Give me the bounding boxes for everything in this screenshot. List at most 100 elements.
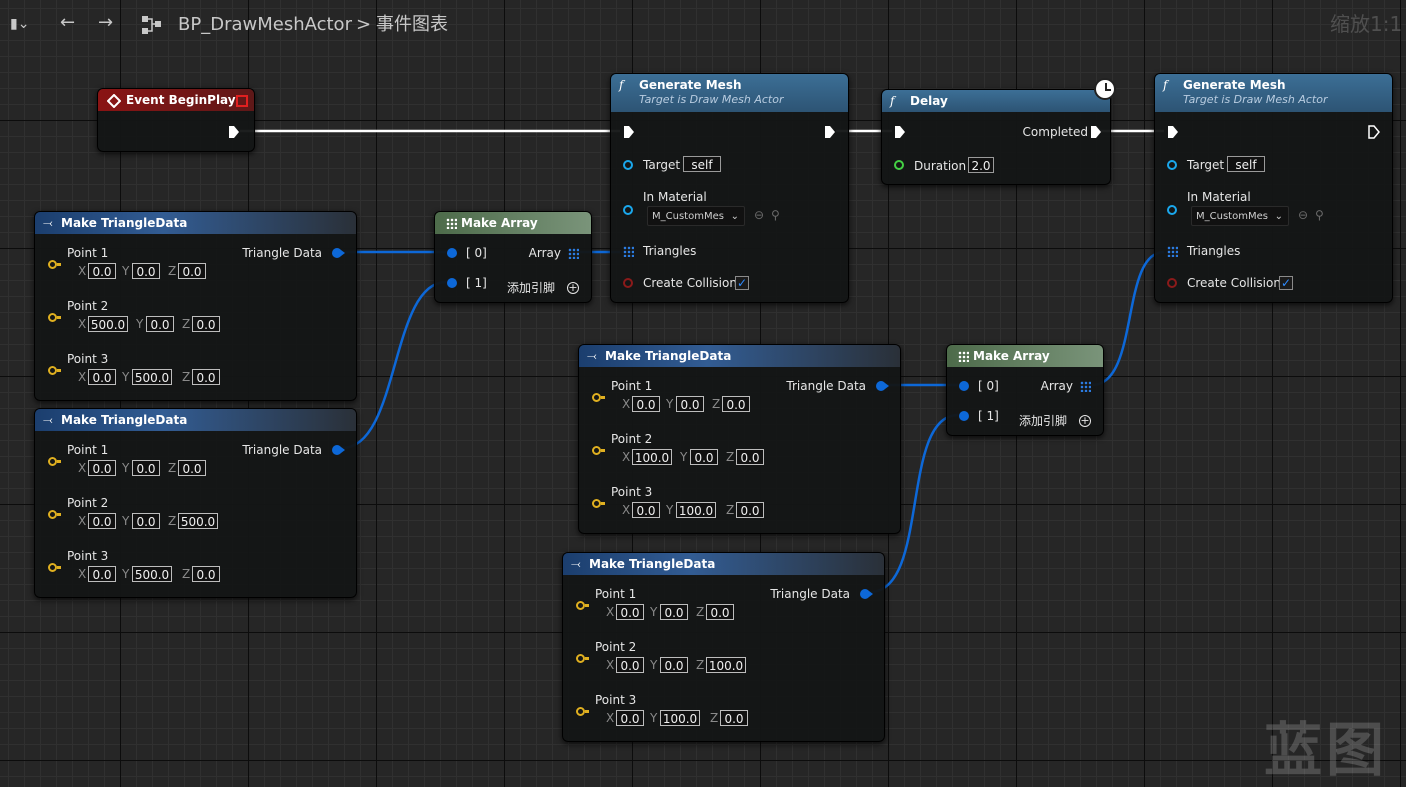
- array-input-1-pin[interactable]: [447, 278, 457, 288]
- point3-x-field[interactable]: 0.0: [88, 566, 116, 582]
- array-input-0-pin[interactable]: [447, 248, 457, 258]
- use-selected-arrow-icon[interactable]: ⊖: [754, 209, 764, 221]
- completed-exec-out-pin[interactable]: [1090, 125, 1102, 139]
- point3-pin[interactable]: [592, 499, 605, 508]
- material-dropdown[interactable]: M_CustomMes ⌄: [647, 206, 745, 226]
- triangle-data-output-pin[interactable]: [332, 445, 345, 455]
- make-array-node-2[interactable]: Make Array [ 0] Array [ 1] 添加引脚 +: [946, 344, 1104, 436]
- target-pin[interactable]: [623, 160, 633, 170]
- point3-z-field[interactable]: 0.0: [192, 369, 220, 385]
- point3-x-field[interactable]: 0.0: [632, 502, 660, 518]
- point3-pin[interactable]: [48, 563, 61, 572]
- array-output-pin[interactable]: [568, 248, 579, 259]
- point2-y-field[interactable]: 0.0: [690, 449, 718, 465]
- point2-x-field[interactable]: 0.0: [616, 657, 644, 673]
- point3-z-field[interactable]: 0.0: [720, 710, 748, 726]
- triangles-pin[interactable]: [623, 246, 634, 257]
- exec-out-pin[interactable]: [824, 125, 836, 139]
- point1-z-field[interactable]: 0.0: [706, 604, 734, 620]
- target-self-field[interactable]: self: [683, 156, 721, 172]
- point3-y-field[interactable]: 500.0: [132, 566, 172, 582]
- point1-y-field[interactable]: 0.0: [132, 263, 160, 279]
- in-material-pin[interactable]: [1167, 205, 1177, 215]
- point1-x-field[interactable]: 0.0: [632, 396, 660, 412]
- point1-x-field[interactable]: 0.0: [88, 460, 116, 476]
- target-pin[interactable]: [1167, 160, 1177, 170]
- add-pin-button[interactable]: 添加引脚: [507, 281, 555, 295]
- point2-x-field[interactable]: 500.0: [88, 316, 128, 332]
- point2-x-field[interactable]: 100.0: [632, 449, 672, 465]
- delegate-pin-icon[interactable]: [236, 95, 248, 107]
- array-output-pin[interactable]: [1080, 381, 1091, 392]
- point2-y-field[interactable]: 0.0: [146, 316, 174, 332]
- add-pin-button[interactable]: 添加引脚: [1019, 414, 1067, 428]
- point2-y-field[interactable]: 0.0: [132, 513, 160, 529]
- event-begin-play-node[interactable]: Event BeginPlay: [97, 88, 255, 152]
- point1-x-field[interactable]: 0.0: [616, 604, 644, 620]
- point1-pin[interactable]: [48, 457, 61, 466]
- point3-pin[interactable]: [48, 366, 61, 375]
- point1-y-field[interactable]: 0.0: [660, 604, 688, 620]
- duration-field[interactable]: 2.0: [968, 157, 994, 173]
- point3-y-field[interactable]: 100.0: [676, 502, 716, 518]
- exec-out-pin[interactable]: [1368, 125, 1380, 139]
- array-input-1-pin[interactable]: [959, 411, 969, 421]
- point1-pin[interactable]: [576, 601, 589, 610]
- point1-y-field[interactable]: 0.0: [132, 460, 160, 476]
- create-collision-checkbox[interactable]: ✓: [1279, 276, 1293, 290]
- point1-z-field[interactable]: 0.0: [722, 396, 750, 412]
- material-dropdown[interactable]: M_CustomMes ⌄: [1191, 206, 1289, 226]
- point3-z-field[interactable]: 0.0: [736, 502, 764, 518]
- triangle-data-output-pin[interactable]: [876, 381, 889, 391]
- point2-z-field[interactable]: 0.0: [192, 316, 220, 332]
- point3-x-field[interactable]: 0.0: [616, 710, 644, 726]
- add-pin-icon[interactable]: +: [567, 282, 579, 294]
- make-triangle-data-node-3[interactable]: Make TriangleData ⤙ Triangle Data Point …: [578, 344, 901, 534]
- point1-x-field[interactable]: 0.0: [88, 263, 116, 279]
- point3-y-field[interactable]: 500.0: [132, 369, 172, 385]
- point1-y-field[interactable]: 0.0: [676, 396, 704, 412]
- point2-z-field[interactable]: 100.0: [706, 657, 746, 673]
- use-selected-arrow-icon[interactable]: ⊖: [1298, 209, 1308, 221]
- point1-z-field[interactable]: 0.0: [178, 263, 206, 279]
- point3-x-field[interactable]: 0.0: [88, 369, 116, 385]
- browse-search-icon[interactable]: ⚲: [1315, 209, 1324, 221]
- triangle-data-output-pin[interactable]: [860, 589, 873, 599]
- array-input-0-pin[interactable]: [959, 381, 969, 391]
- in-material-pin[interactable]: [623, 205, 633, 215]
- generate-mesh-node-1[interactable]: Generate Mesh Target is Draw Mesh Actor …: [610, 73, 849, 303]
- point1-pin[interactable]: [48, 260, 61, 269]
- point3-z-field[interactable]: 0.0: [192, 566, 220, 582]
- exec-out-pin[interactable]: [228, 125, 240, 139]
- make-triangle-data-node-2[interactable]: Make TriangleData ⤙ Triangle Data Point …: [34, 408, 357, 598]
- triangles-pin[interactable]: [1167, 246, 1178, 257]
- make-triangle-data-node-4[interactable]: Make TriangleData ⤙ Triangle Data Point …: [562, 552, 885, 742]
- generate-mesh-node-2[interactable]: Generate Mesh Target is Draw Mesh Actor …: [1154, 73, 1393, 303]
- point3-pin[interactable]: [576, 707, 589, 716]
- delay-node[interactable]: Delay f Completed Duration 2.0: [881, 89, 1111, 185]
- browse-search-icon[interactable]: ⚲: [771, 209, 780, 221]
- create-collision-checkbox[interactable]: ✓: [735, 276, 749, 290]
- create-collision-pin[interactable]: [623, 278, 633, 288]
- point2-y-field[interactable]: 0.0: [660, 657, 688, 673]
- point2-z-field[interactable]: 0.0: [736, 449, 764, 465]
- point2-pin[interactable]: [576, 654, 589, 663]
- exec-in-pin[interactable]: [894, 125, 906, 139]
- triangle-data-output-pin[interactable]: [332, 248, 345, 258]
- point2-pin[interactable]: [48, 510, 61, 519]
- make-array-node-1[interactable]: Make Array [ 0] Array [ 1] 添加引脚 +: [434, 211, 592, 303]
- point2-pin[interactable]: [592, 446, 605, 455]
- point2-z-field[interactable]: 500.0: [178, 513, 218, 529]
- make-triangle-data-node-1[interactable]: Make TriangleData ⤙ Triangle Data Point …: [34, 211, 357, 401]
- target-self-field[interactable]: self: [1227, 156, 1265, 172]
- point2-x-field[interactable]: 0.0: [88, 513, 116, 529]
- duration-pin[interactable]: [894, 160, 904, 170]
- add-pin-icon[interactable]: +: [1079, 415, 1091, 427]
- exec-in-pin[interactable]: [623, 125, 635, 139]
- point1-z-field[interactable]: 0.0: [178, 460, 206, 476]
- create-collision-pin[interactable]: [1167, 278, 1177, 288]
- point3-y-field[interactable]: 100.0: [660, 710, 700, 726]
- point2-pin[interactable]: [48, 313, 61, 322]
- exec-in-pin[interactable]: [1167, 125, 1179, 139]
- point1-pin[interactable]: [592, 393, 605, 402]
